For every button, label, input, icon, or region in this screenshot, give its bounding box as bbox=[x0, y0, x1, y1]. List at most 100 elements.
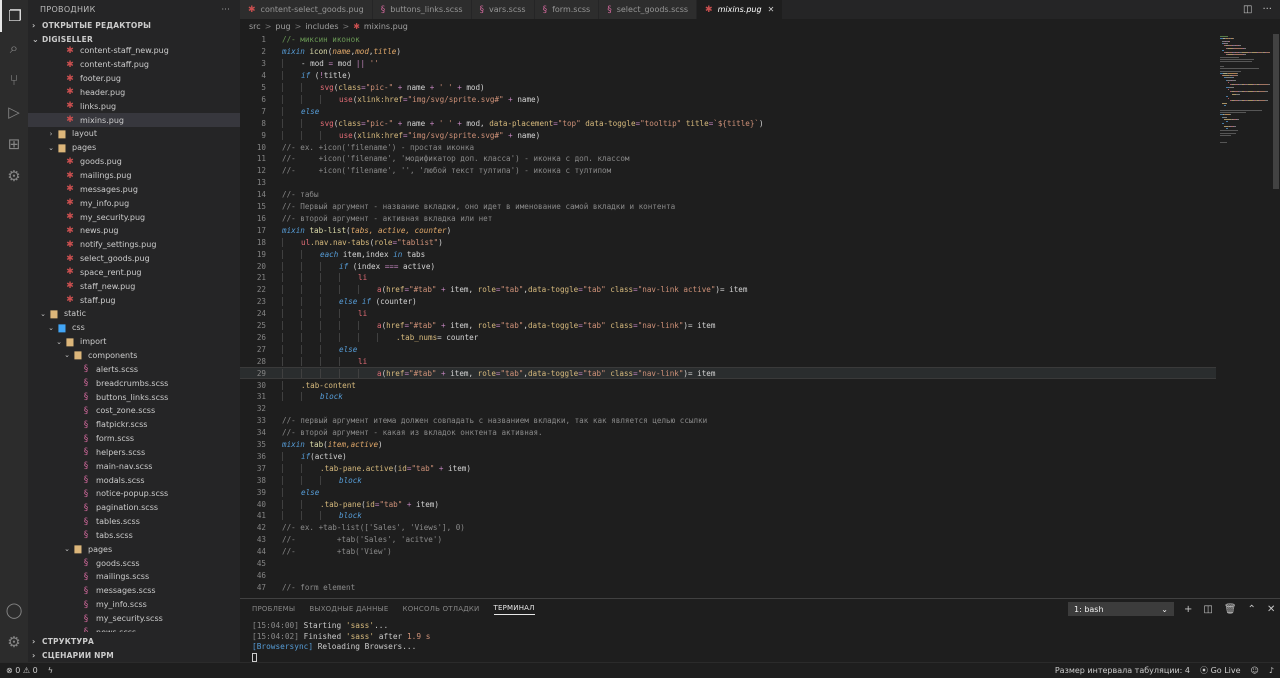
tree-file[interactable]: § notice-popup.scss bbox=[28, 487, 240, 501]
tree-file[interactable]: ✱ staff.pug bbox=[28, 293, 240, 307]
panel-tab[interactable]: КОНСОЛЬ ОТЛАДКИ bbox=[403, 605, 480, 613]
settings-gear-icon[interactable]: ⚙ bbox=[0, 626, 28, 658]
close-tab-icon[interactable]: ✕ bbox=[768, 5, 775, 14]
code-token: "tab" bbox=[411, 463, 435, 473]
tree-file[interactable]: ✱ content-staff_new.pug bbox=[28, 44, 240, 58]
tree-file[interactable]: ✱ select_goods.pug bbox=[28, 252, 240, 266]
npm-scripts-section[interactable]: › СЦЕНАРИИ NPM bbox=[28, 648, 240, 662]
tree-file[interactable]: § main-nav.scss bbox=[28, 459, 240, 473]
tree-file[interactable]: § pagination.scss bbox=[28, 501, 240, 515]
tree-file[interactable]: ✱ staff_new.pug bbox=[28, 279, 240, 293]
scrollbar-thumb[interactable] bbox=[1273, 34, 1279, 189]
breadcrumb-file[interactable]: mixins.pug bbox=[364, 22, 408, 31]
chevron-down-icon: ⌄ bbox=[1161, 604, 1168, 614]
explorer-more-icon[interactable]: ··· bbox=[221, 5, 230, 14]
tree-file[interactable]: ✱ mailings.pug bbox=[28, 169, 240, 183]
tree-item-label: content-staff.pug bbox=[80, 60, 150, 70]
feedback-icon[interactable]: ☺ bbox=[1251, 666, 1259, 675]
code-editor[interactable]: 1 //- миксин иконок 2 mixin icon(name,mod,t… bbox=[240, 34, 1216, 598]
tree-folder[interactable]: ⌄ ▆ import bbox=[28, 335, 240, 349]
panel-tab[interactable]: ТЕРМИНАЛ bbox=[493, 604, 535, 615]
code-text: //- табы bbox=[282, 190, 319, 199]
editor-tab[interactable]: ✱ content-select_goods.pug bbox=[240, 0, 373, 19]
tree-folder[interactable]: ⌄ ▆ pages bbox=[28, 141, 240, 155]
remote-icon[interactable]: ⚙ bbox=[0, 160, 28, 192]
tree-folder[interactable]: ⌄ ▆ pages bbox=[28, 542, 240, 556]
tree-file[interactable]: § tabs.scss bbox=[28, 529, 240, 543]
extensions-icon[interactable]: ⊞ bbox=[0, 128, 28, 160]
tree-file[interactable]: § helpers.scss bbox=[28, 445, 240, 459]
tree-file[interactable]: § alerts.scss bbox=[28, 362, 240, 376]
tree-file[interactable]: ✱ links.pug bbox=[28, 99, 240, 113]
tree-folder[interactable]: ⌄ ▆ static bbox=[28, 307, 240, 321]
tree-file[interactable]: § news.scss bbox=[28, 625, 240, 632]
tree-folder[interactable]: ⌄ ▆ css bbox=[28, 321, 240, 335]
code-line: 18 ul.nav.nav-tabs(role="tablist") bbox=[240, 236, 1216, 248]
panel-tab[interactable]: ПРОБЛЕМЫ bbox=[252, 605, 295, 613]
terminal-output[interactable]: [15:04:00] Starting 'sass'... [15:04:02] … bbox=[240, 619, 1280, 663]
editor-tab[interactable]: § select_goods.scss bbox=[599, 0, 698, 19]
split-terminal-icon[interactable]: ◫ bbox=[1203, 604, 1212, 615]
minimap[interactable] bbox=[1216, 34, 1272, 598]
tree-file[interactable]: ✱ my_security.pug bbox=[28, 210, 240, 224]
tree-file[interactable]: § cost_zone.scss bbox=[28, 404, 240, 418]
tree-file[interactable]: § tables.scss bbox=[28, 515, 240, 529]
tree-file[interactable]: § my_security.scss bbox=[28, 612, 240, 626]
tree-file[interactable]: ✱ space_rent.pug bbox=[28, 266, 240, 280]
code-line: 1 //- миксин иконок bbox=[240, 34, 1216, 46]
panel-tab[interactable]: ВЫХОДНЫЕ ДАННЫЕ bbox=[309, 605, 388, 613]
tree-file[interactable]: § goods.scss bbox=[28, 556, 240, 570]
tree-file[interactable]: ✱ notify_settings.pug bbox=[28, 238, 240, 252]
tree-file[interactable]: § buttons_links.scss bbox=[28, 390, 240, 404]
tree-file[interactable]: ✱ content-staff.pug bbox=[28, 58, 240, 72]
editor-tab[interactable]: § buttons_links.scss bbox=[372, 0, 472, 19]
minimap-mark bbox=[1232, 79, 1236, 81]
debug-icon[interactable]: ▷ bbox=[0, 96, 28, 128]
tree-file[interactable]: ✱ messages.pug bbox=[28, 182, 240, 196]
tree-file[interactable]: ✱ my_info.pug bbox=[28, 196, 240, 210]
tree-file[interactable]: ✱ news.pug bbox=[28, 224, 240, 238]
go-live-button[interactable]: ⦿ Go Live bbox=[1200, 665, 1241, 676]
tree-file[interactable]: ✱ goods.pug bbox=[28, 155, 240, 169]
tree-folder[interactable]: › ▆ layout bbox=[28, 127, 240, 141]
editor-tab[interactable]: § vars.scss bbox=[471, 0, 535, 19]
editor-tab[interactable]: § form.scss bbox=[534, 0, 600, 19]
bell-icon[interactable]: ♪ bbox=[1269, 666, 1274, 675]
close-panel-icon[interactable]: ✕ bbox=[1267, 604, 1275, 615]
trash-icon[interactable]: 🗑 bbox=[1224, 604, 1237, 615]
maximize-panel-icon[interactable]: ⌃ bbox=[1248, 604, 1256, 615]
explorer-icon[interactable]: ❐ bbox=[0, 0, 28, 32]
tree-file[interactable]: § messages.scss bbox=[28, 584, 240, 598]
breadcrumb-part[interactable]: pug bbox=[275, 22, 290, 31]
code-text: li bbox=[282, 356, 367, 366]
terminal-select[interactable]: 1: bash ⌄ bbox=[1068, 602, 1174, 616]
new-terminal-icon[interactable]: + bbox=[1184, 604, 1192, 615]
tree-file[interactable]: § mailings.scss bbox=[28, 570, 240, 584]
more-actions-icon[interactable]: ··· bbox=[1262, 4, 1272, 15]
split-editor-icon[interactable]: ◫ bbox=[1243, 4, 1252, 15]
problems-indicator[interactable]: ⊗ 0 ⚠ 0 bbox=[6, 666, 38, 675]
tree-file[interactable]: ✱ footer.pug bbox=[28, 72, 240, 86]
code-token: tab bbox=[309, 440, 324, 450]
code-line: 41 block bbox=[240, 510, 1216, 522]
breadcrumb-part[interactable]: includes bbox=[305, 22, 338, 31]
minimap-mark bbox=[1265, 100, 1268, 102]
open-editors-section[interactable]: › ОТКРЫТЫЕ РЕДАКТОРЫ bbox=[28, 18, 240, 32]
tree-file[interactable]: § breadcrumbs.scss bbox=[28, 376, 240, 390]
tree-file[interactable]: § modals.scss bbox=[28, 473, 240, 487]
tree-folder[interactable]: ⌄ ▆ components bbox=[28, 349, 240, 363]
tree-file[interactable]: ✱ header.pug bbox=[28, 86, 240, 100]
source-control-icon[interactable]: ⑂ bbox=[0, 64, 28, 96]
tab-size-indicator[interactable]: Размер интервала табуляции: 4 bbox=[1055, 666, 1190, 675]
search-icon[interactable]: ⌕ bbox=[0, 32, 28, 64]
editor-scrollbar[interactable] bbox=[1272, 34, 1280, 598]
account-icon[interactable]: ◯ bbox=[0, 594, 28, 626]
tree-file[interactable]: § flatpickr.scss bbox=[28, 418, 240, 432]
tree-file[interactable]: § my_info.scss bbox=[28, 598, 240, 612]
editor-tab[interactable]: ✱ mixins.pug ✕ bbox=[697, 0, 784, 19]
tree-file[interactable]: ✱ mixins.pug bbox=[28, 113, 240, 128]
outline-section[interactable]: › СТРУКТУРА bbox=[28, 634, 240, 648]
lightning-icon[interactable]: ϟ bbox=[48, 666, 53, 675]
tree-file[interactable]: § form.scss bbox=[28, 432, 240, 446]
breadcrumb-part[interactable]: src bbox=[249, 22, 261, 31]
